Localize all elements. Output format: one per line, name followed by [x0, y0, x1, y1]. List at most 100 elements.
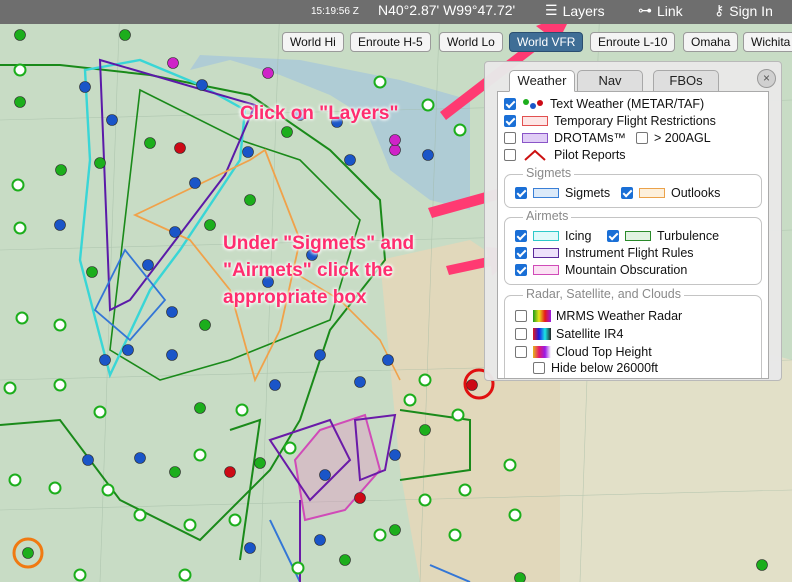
station-dot-icon[interactable]	[8, 473, 22, 487]
station-dot-icon[interactable]	[13, 63, 27, 77]
station-dot-icon[interactable]	[373, 75, 387, 89]
station-dot-icon[interactable]	[228, 513, 242, 527]
station-dot-icon[interactable]	[283, 441, 297, 455]
layer-pireps[interactable]: Pilot Reports	[504, 147, 626, 163]
station-dot-icon[interactable]	[167, 57, 179, 69]
station-dot-icon[interactable]	[281, 126, 293, 138]
station-dot-icon[interactable]	[458, 483, 472, 497]
station-dot-icon[interactable]	[15, 311, 29, 325]
layer-mtn-obscuration[interactable]: Mountain Obscuration	[515, 262, 687, 278]
drotams-200agl-checkbox[interactable]	[636, 132, 648, 144]
station-dot-icon[interactable]	[466, 379, 478, 391]
station-dot-icon[interactable]	[389, 449, 401, 461]
station-dot-icon[interactable]	[269, 379, 281, 391]
station-dot-icon[interactable]	[79, 81, 91, 93]
station-dot-icon[interactable]	[48, 481, 62, 495]
turbulence-checkbox[interactable]	[607, 230, 619, 242]
station-dot-icon[interactable]	[86, 266, 98, 278]
icing-checkbox[interactable]	[515, 230, 527, 242]
ifr-checkbox[interactable]	[515, 247, 527, 259]
station-dot-icon[interactable]	[166, 349, 178, 361]
chart-world-vfr-button[interactable]: World VFR	[509, 32, 584, 52]
station-dot-icon[interactable]	[403, 393, 417, 407]
outlooks-checkbox[interactable]	[621, 187, 633, 199]
station-dot-icon[interactable]	[11, 178, 25, 192]
station-dot-icon[interactable]	[419, 424, 431, 436]
station-dot-icon[interactable]	[421, 98, 435, 112]
layer-tfr[interactable]: Temporary Flight Restrictions	[504, 113, 716, 129]
station-dot-icon[interactable]	[453, 123, 467, 137]
station-dot-icon[interactable]	[508, 508, 522, 522]
station-dot-icon[interactable]	[174, 142, 186, 154]
mrms-checkbox[interactable]	[515, 310, 527, 322]
station-dot-icon[interactable]	[193, 448, 207, 462]
station-dot-icon[interactable]	[178, 568, 192, 582]
chart-wichita-button[interactable]: Wichita	[743, 32, 792, 52]
layers-button[interactable]: ☰ Layers	[545, 2, 605, 19]
chart-world-lo-button[interactable]: World Lo	[439, 32, 503, 52]
station-dot-icon[interactable]	[204, 219, 216, 231]
station-dot-icon[interactable]	[196, 79, 208, 91]
station-dot-icon[interactable]	[314, 534, 326, 546]
station-dot-icon[interactable]	[53, 378, 67, 392]
station-dot-icon[interactable]	[344, 154, 356, 166]
station-dot-icon[interactable]	[389, 524, 401, 536]
station-dot-icon[interactable]	[82, 454, 94, 466]
station-dot-icon[interactable]	[14, 29, 26, 41]
ir4-checkbox[interactable]	[515, 328, 527, 340]
layer-ifr[interactable]: Instrument Flight Rules	[515, 245, 694, 261]
station-dot-icon[interactable]	[262, 67, 274, 79]
station-dot-icon[interactable]	[422, 149, 434, 161]
layer-sigmets[interactable]: Sigmets	[515, 185, 610, 201]
station-dot-icon[interactable]	[166, 306, 178, 318]
station-dot-icon[interactable]	[14, 96, 26, 108]
station-dot-icon[interactable]	[183, 518, 197, 532]
station-dot-icon[interactable]	[144, 137, 156, 149]
station-dot-icon[interactable]	[199, 319, 211, 331]
station-dot-icon[interactable]	[13, 221, 27, 235]
station-dot-icon[interactable]	[194, 402, 206, 414]
station-dot-icon[interactable]	[373, 528, 387, 542]
chart-enroute-h5-button[interactable]: Enroute H-5	[350, 32, 431, 52]
station-dot-icon[interactable]	[244, 542, 256, 554]
station-dot-icon[interactable]	[756, 559, 768, 571]
layer-cloud-top[interactable]: Cloud Top Height	[515, 344, 652, 360]
station-dot-icon[interactable]	[106, 114, 118, 126]
layer-turbulence[interactable]: Turbulence	[607, 228, 719, 244]
station-dot-icon[interactable]	[382, 354, 394, 366]
station-dot-icon[interactable]	[389, 134, 401, 146]
hide-below-checkbox[interactable]	[533, 362, 545, 374]
station-dot-icon[interactable]	[119, 29, 131, 41]
tab-nav[interactable]: Nav	[577, 70, 643, 92]
station-dot-icon[interactable]	[314, 349, 326, 361]
layer-icing[interactable]: Icing	[515, 228, 591, 244]
station-dot-icon[interactable]	[224, 466, 236, 478]
station-dot-icon[interactable]	[169, 226, 181, 238]
station-dot-icon[interactable]	[189, 177, 201, 189]
station-dot-icon[interactable]	[53, 318, 67, 332]
station-dot-icon[interactable]	[94, 157, 106, 169]
station-dot-icon[interactable]	[122, 344, 134, 356]
station-dot-icon[interactable]	[291, 561, 305, 575]
station-dot-icon[interactable]	[242, 146, 254, 158]
layer-mrms[interactable]: MRMS Weather Radar	[515, 308, 682, 324]
link-button[interactable]: ⊶ Link	[638, 2, 683, 19]
drotams-checkbox[interactable]	[504, 132, 516, 144]
station-dot-icon[interactable]	[22, 547, 34, 559]
tab-weather[interactable]: Weather	[509, 70, 575, 92]
station-dot-icon[interactable]	[244, 194, 256, 206]
layer-outlooks[interactable]: Outlooks	[621, 185, 720, 201]
station-dot-icon[interactable]	[101, 483, 115, 497]
station-dot-icon[interactable]	[389, 144, 401, 156]
text-weather-checkbox[interactable]	[504, 98, 516, 110]
station-dot-icon[interactable]	[451, 408, 465, 422]
station-dot-icon[interactable]	[254, 457, 266, 469]
station-dot-icon[interactable]	[133, 508, 147, 522]
layer-hide-below[interactable]: Hide below 26000ft	[533, 360, 658, 376]
station-dot-icon[interactable]	[55, 164, 67, 176]
station-dot-icon[interactable]	[142, 259, 154, 271]
chart-world-hi-button[interactable]: World Hi	[282, 32, 344, 52]
station-dot-icon[interactable]	[339, 554, 351, 566]
station-dot-icon[interactable]	[73, 568, 87, 582]
station-dot-icon[interactable]	[134, 452, 146, 464]
